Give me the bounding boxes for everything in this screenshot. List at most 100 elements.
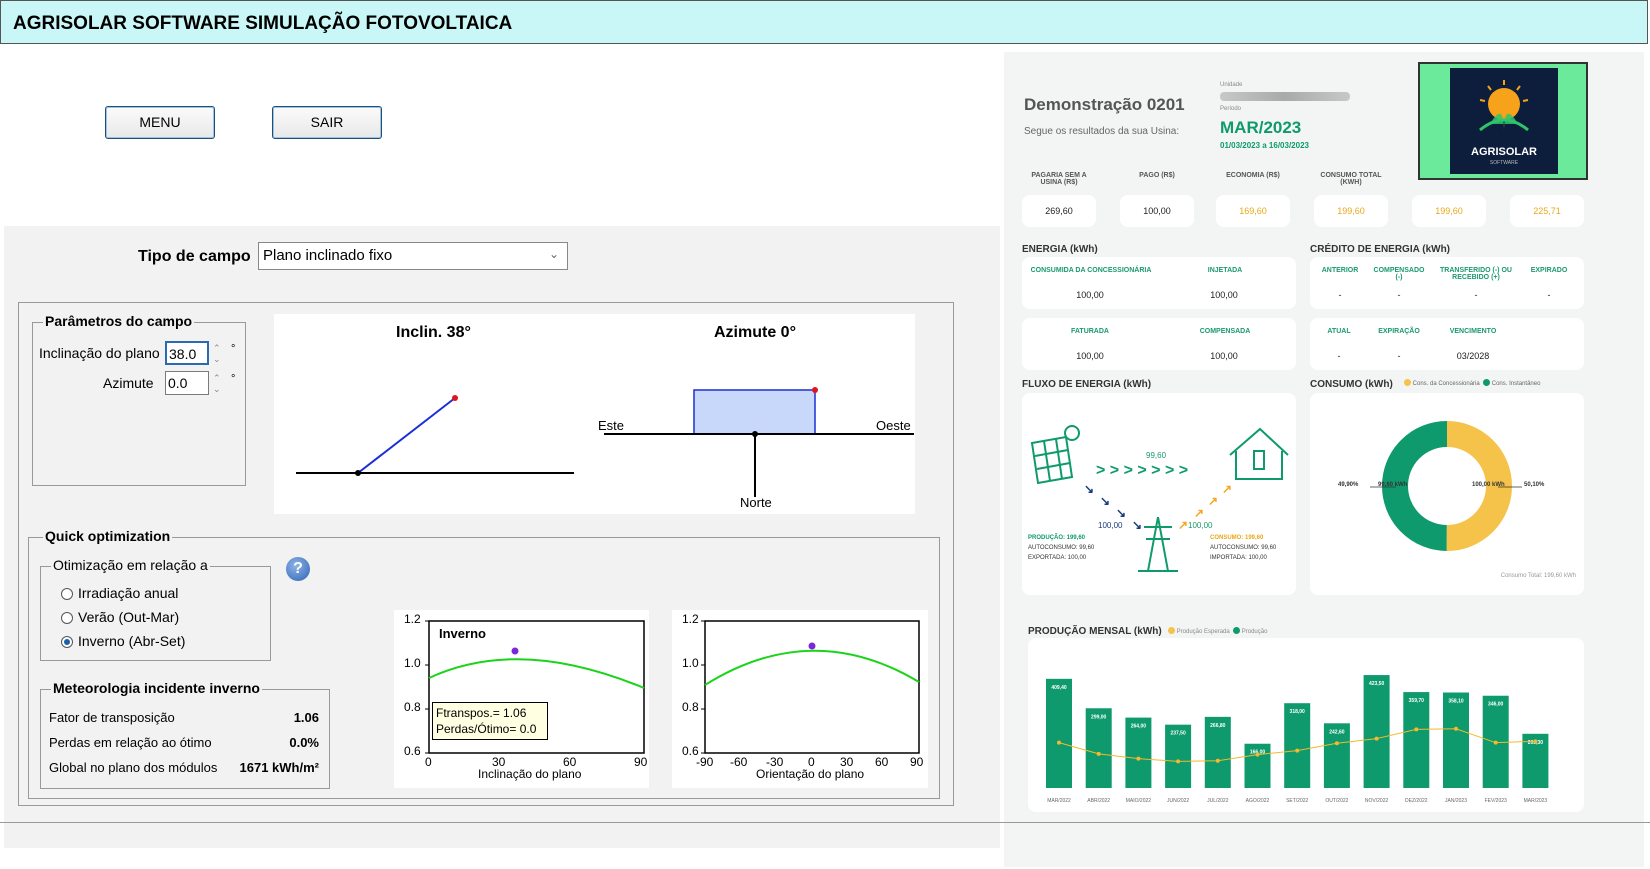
ytick: 0.8	[682, 700, 699, 714]
svg-text:↗: ↗	[1194, 506, 1204, 520]
category-label: AGO/2022	[1246, 798, 1270, 804]
auto2-label: AUTOCONSUMO: 99,60	[1210, 545, 1277, 551]
tilt-plot: Inverno 1.2 1.0 0.8 0.6 0 30 60 90 Incli…	[394, 610, 649, 788]
azimuth-input[interactable]: 0.0	[165, 371, 209, 395]
kpi-card-2: 100,00	[1120, 195, 1194, 227]
dashboard-title: Demonstração 0201	[1024, 95, 1185, 114]
meteo-title: Meteorologia incidente inverno	[51, 680, 262, 696]
legend-expected: Produção Esperada	[1176, 629, 1230, 635]
field-type-select[interactable]: Plano inclinado fixo ⌄	[258, 242, 568, 270]
auto-label: AUTOCONSUMO: 99,60	[1028, 545, 1095, 551]
svg-text:↗: ↗	[1178, 518, 1188, 532]
credito-v7: 03/2028	[1456, 351, 1490, 361]
period-label: Período	[1220, 106, 1242, 112]
house-icon	[1229, 427, 1289, 480]
category-label: DEZ/2022	[1405, 798, 1428, 804]
energia-col2-value: 100,00	[1210, 290, 1238, 300]
credito-h4: EXPIRADO	[1530, 267, 1568, 274]
credito-v3: -	[1474, 290, 1478, 300]
expected-point	[1176, 759, 1181, 764]
producao-bar-chart: 409,40 MAR/2022 299,00 ABR/2022 264,00 MAIO/2…	[1046, 675, 1549, 804]
radio-circle-selected[interactable]	[61, 636, 73, 648]
azimuth-unit: °	[231, 373, 236, 385]
tilt-plot-xlabel: Inclinação do plano	[478, 767, 582, 781]
radio-anual[interactable]: Irradiação anual	[61, 585, 178, 601]
bar-value-label: 318,00	[1290, 709, 1306, 715]
xtick: -60	[730, 755, 748, 769]
radio-circle[interactable]	[61, 612, 73, 624]
bar-value-label: 359,70	[1409, 698, 1425, 704]
app-title: AGRISOLAR SOFTWARE SIMULAÇÃO FOTOVOLTAIC…	[13, 13, 513, 34]
svg-text:↘: ↘	[1084, 482, 1094, 496]
bar-value-label: 346,00	[1488, 702, 1504, 708]
donut-left-pct: 49,90%	[1338, 482, 1359, 488]
west-label: Oeste	[876, 418, 911, 433]
export-label: EXPORTADA: 100,00	[1028, 555, 1087, 561]
tilt-spinner[interactable]: ⌃ ⌄	[213, 343, 221, 365]
consumo-legend: Cons. da Concessionária Cons. Instantâne…	[1404, 379, 1540, 387]
credito-v4: -	[1547, 290, 1551, 300]
radio-inverno[interactable]: Inverno (Abr-Set)	[61, 633, 185, 649]
radio-inverno-label: Inverno (Abr-Set)	[78, 633, 186, 649]
tower-icon	[1138, 516, 1178, 572]
meteo-label-1: Fator de transposição	[49, 710, 175, 725]
credito-v2: -	[1397, 290, 1401, 300]
dashboard-subtitle: Segue os resultados da sua Usina:	[1024, 126, 1180, 137]
radio-verao[interactable]: Verão (Out-Mar)	[61, 609, 179, 625]
credito-h6: EXPIRAÇÃO	[1378, 328, 1420, 335]
expected-point	[1295, 748, 1300, 753]
sun-leaf-icon	[1479, 80, 1529, 132]
bar-value-label: 242,60	[1329, 729, 1345, 735]
category-label: MAR/2022	[1047, 798, 1071, 804]
radio-verao-label: Verão (Out-Mar)	[78, 609, 180, 625]
ytick: 1.0	[404, 656, 421, 670]
fluxo-top-value: 99,60	[1146, 451, 1167, 460]
expected-point	[1533, 739, 1538, 744]
report-dashboard: Demonstração 0201 Segue os resultados da…	[1004, 52, 1644, 867]
credito-card-2: ATUAL EXPIRAÇÃO VENCIMENTO - - 03/2028	[1310, 318, 1584, 370]
optimization-title: Otimização em relação a	[51, 557, 210, 573]
quick-opt-title: Quick optimization	[43, 528, 173, 544]
meteo-group: Meteorologia incidente inverno Fator de …	[40, 680, 330, 789]
kpi-label-1: PAGARIA SEM A USINA (R$)	[1031, 172, 1087, 186]
logo-text: AGRISOLAR	[1471, 146, 1537, 158]
ytick: 1.2	[682, 612, 699, 626]
credito-v1: -	[1338, 290, 1342, 300]
expected-point	[1136, 756, 1141, 761]
radio-anual-label: Irradiação anual	[78, 585, 179, 601]
energia-col2-head: INJETADA	[1207, 267, 1243, 274]
legend-production: Produção	[1241, 629, 1268, 635]
credito-h2: COMPENSADO (-)	[1373, 267, 1425, 281]
bar-SET/2022	[1284, 703, 1311, 788]
tilt-unit: °	[231, 343, 236, 355]
kpi-value-4: 199,60	[1337, 206, 1365, 216]
field-type-value: Plano inclinado fixo	[263, 247, 393, 264]
kpi-value-6: 225,71	[1533, 206, 1561, 216]
menu-button[interactable]: MENU	[105, 106, 215, 139]
meteo-value-3: 1671 kWh/m²	[239, 760, 319, 775]
orientation-plot-xlabel: Orientação do plano	[756, 767, 865, 781]
azimuth-spinner[interactable]: ⌃ ⌄	[213, 373, 221, 395]
help-icon[interactable]: ?	[286, 557, 310, 581]
energia-title: ENERGIA (kWh)	[1022, 244, 1098, 255]
expected-point	[1374, 736, 1379, 741]
energia-col3-value: 100,00	[1076, 351, 1104, 361]
energia-col3-head: FATURADA	[1071, 328, 1109, 335]
fluxo-card: > > > > > > > ↘ ↘ ↘ ↘ ↗ ↗ ↗ ↗ 99,60 100,…	[1022, 393, 1296, 595]
energy-flow-svg: > > > > > > > ↘ ↘ ↘ ↘ ↗ ↗ ↗ ↗	[1030, 425, 1289, 572]
tilt-input[interactable]: 38.0	[165, 341, 209, 365]
logo-frame: AGRISOLAR SOFTWARE	[1418, 62, 1588, 180]
meteo-value-2: 0.0%	[289, 735, 319, 750]
bar-value-label: 299,00	[1091, 714, 1107, 720]
cons-label: CONSUMO: 199,60	[1210, 535, 1264, 541]
radio-circle[interactable]	[61, 588, 73, 600]
bar-MAR/2022	[1046, 678, 1072, 788]
credito-v6: -	[1397, 351, 1401, 361]
fluxo-right-value: 100,00	[1188, 521, 1213, 530]
logo-subtext: SOFTWARE	[1489, 160, 1519, 166]
expected-point	[1454, 726, 1458, 731]
bar-value-label: 423,50	[1369, 681, 1385, 687]
sair-button[interactable]: SAIR	[272, 106, 382, 139]
kpi-value-1: 269,60	[1045, 206, 1073, 216]
category-label: SET/2022	[1286, 798, 1308, 804]
